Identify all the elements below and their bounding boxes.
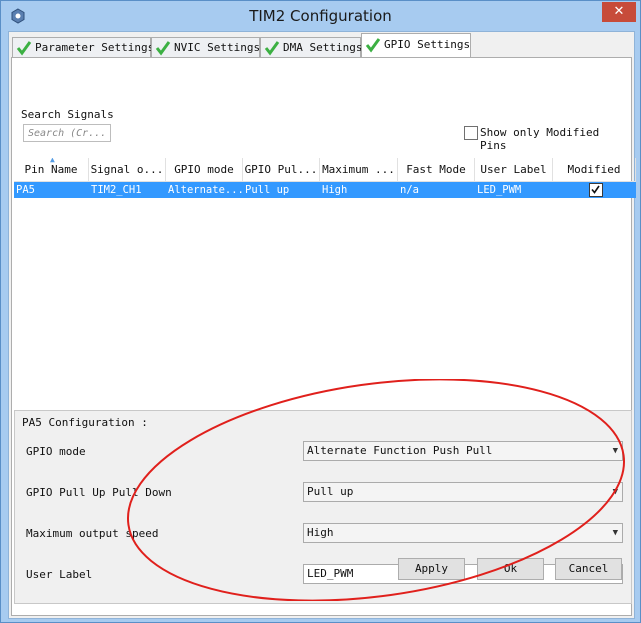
tab-dma-settings[interactable]: DMA Settings xyxy=(260,37,363,57)
speed-select[interactable]: High ▼ xyxy=(303,523,623,543)
pull-label: GPIO Pull Up Pull Down xyxy=(26,486,172,499)
cancel-button[interactable]: Cancel xyxy=(555,558,622,580)
gpio-mode-value: Alternate Function Push Pull xyxy=(307,444,493,457)
table-row[interactable]: PA5 TIM2_CH1 Alternate... Pull up High n… xyxy=(14,182,636,198)
green-check-icon xyxy=(16,41,32,56)
column-header-gpio-pull[interactable]: GPIO Pul... xyxy=(243,158,320,182)
cell-fast: n/a xyxy=(400,184,419,196)
search-label: Search Signals xyxy=(21,108,114,121)
gpio-settings-panel: Search Signals Search (Cr... Show only M… xyxy=(11,57,636,616)
apply-button[interactable]: Apply xyxy=(398,558,465,580)
configuration-title: PA5 Configuration : xyxy=(22,416,148,429)
modified-checkbox[interactable] xyxy=(589,183,603,197)
green-check-icon xyxy=(155,41,171,56)
chevron-down-icon: ▼ xyxy=(612,487,618,497)
signals-table: ▲ Pin Name Signal o... GPIO mode GPIO Pul… xyxy=(14,158,636,408)
user-label-label: User Label xyxy=(26,568,93,581)
gpio-mode-select[interactable]: Alternate Function Push Pull ▼ xyxy=(303,441,623,461)
green-check-icon xyxy=(365,38,381,53)
column-header-user-label[interactable]: User Label xyxy=(475,158,553,182)
chevron-down-icon: ▼ xyxy=(612,528,618,538)
close-icon: ✕ xyxy=(613,4,625,19)
tab-parameter-settings[interactable]: Parameter Settings xyxy=(12,37,155,57)
gpio-mode-label: GPIO mode xyxy=(26,445,86,458)
speed-label: Maximum output speed xyxy=(26,527,159,540)
green-check-icon xyxy=(264,41,280,56)
speed-value: High xyxy=(307,526,334,539)
tab-label: DMA Settings xyxy=(283,41,363,54)
checkmark-icon xyxy=(591,185,600,194)
show-modified-label: Show only Modified Pins xyxy=(480,126,600,152)
sort-ascending-icon: ▲ xyxy=(50,158,55,164)
dialog-window: TIM2 Configuration ✕ Parameter Settings … xyxy=(0,0,641,623)
tab-strip: Parameter Settings NVIC Settings DMA Set… xyxy=(9,32,634,58)
tab-label: GPIO Settings xyxy=(384,38,471,51)
table-header: ▲ Pin Name Signal o... GPIO mode GPIO Pul… xyxy=(14,158,636,182)
show-modified-checkbox[interactable] xyxy=(464,126,478,140)
pull-select[interactable]: Pull up ▼ xyxy=(303,482,623,502)
cell-pin: PA5 xyxy=(16,184,35,196)
tab-gpio-settings[interactable]: GPIO Settings xyxy=(361,33,471,58)
cell-speed: High xyxy=(322,184,348,196)
column-header-modified[interactable]: Modified xyxy=(553,158,636,182)
cell-mode: Alternate... xyxy=(168,184,243,196)
pull-value: Pull up xyxy=(307,485,354,498)
tab-label: NVIC Settings xyxy=(174,41,261,54)
chevron-down-icon: ▼ xyxy=(612,446,618,456)
column-header-fast-mode[interactable]: Fast Mode xyxy=(398,158,475,182)
search-input[interactable]: Search (Cr... xyxy=(23,124,111,142)
tab-label: Parameter Settings xyxy=(35,41,155,54)
cell-signal: TIM2_CH1 xyxy=(91,184,142,196)
tab-nvic-settings[interactable]: NVIC Settings xyxy=(151,37,260,57)
column-header-signal[interactable]: Signal o... xyxy=(89,158,166,182)
column-header-gpio-mode[interactable]: GPIO mode xyxy=(166,158,243,182)
title-bar[interactable]: TIM2 Configuration ✕ xyxy=(1,1,640,31)
cell-label: LED_PWM xyxy=(477,184,522,196)
column-header-pin-name[interactable]: ▲ Pin Name xyxy=(14,158,89,182)
window-title: TIM2 Configuration xyxy=(249,7,392,25)
dialog-client: Parameter Settings NVIC Settings DMA Set… xyxy=(8,31,636,619)
ok-button[interactable]: Ok xyxy=(477,558,544,580)
close-button[interactable]: ✕ xyxy=(602,2,636,22)
column-header-max-speed[interactable]: Maximum ... xyxy=(320,158,398,182)
cell-pull: Pull up xyxy=(245,184,290,196)
